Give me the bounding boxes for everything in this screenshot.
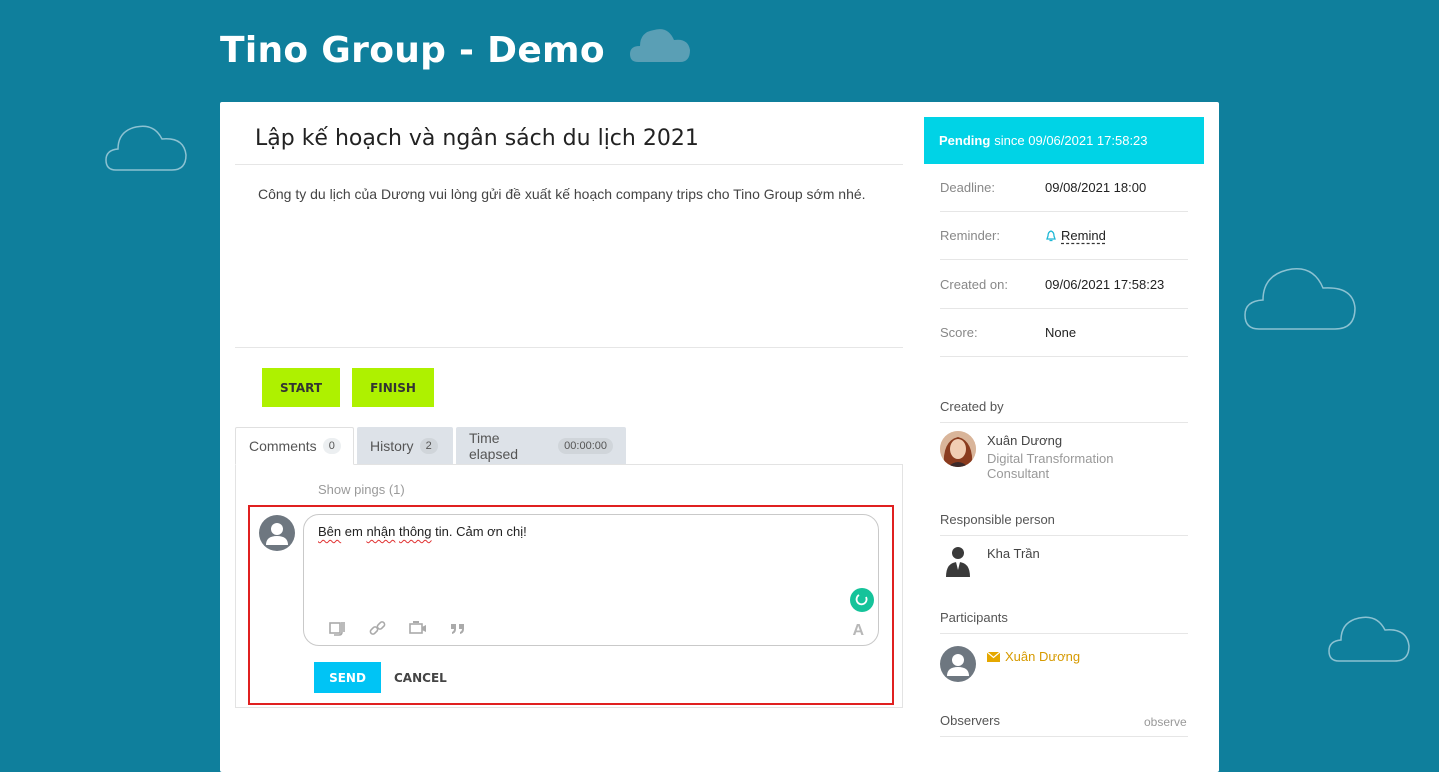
text-segment: tin. Cảm ơn chị!: [431, 524, 527, 539]
created-by-title: Created by: [940, 399, 1004, 414]
divider: [940, 535, 1188, 536]
text-segment: thông: [398, 524, 432, 539]
tab-history[interactable]: History 2: [357, 427, 453, 464]
font-format-icon[interactable]: A: [852, 622, 864, 640]
task-card: Lập kế hoạch và ngân sách du lịch 2021 C…: [220, 102, 1219, 772]
quote-icon[interactable]: [448, 619, 468, 637]
cancel-button[interactable]: CANCEL: [388, 662, 453, 693]
show-pings-link[interactable]: Show pings (1): [318, 482, 405, 497]
count-badge: 00:00:00: [558, 437, 613, 454]
comment-input[interactable]: Bên em nhận thông tin. Cảm ơn chị!: [318, 524, 527, 539]
start-button[interactable]: START: [262, 368, 340, 407]
divider: [940, 736, 1188, 737]
participant-avatar: [940, 646, 976, 682]
created-on-label: Created on:: [940, 277, 1008, 292]
send-button[interactable]: SEND: [314, 662, 381, 693]
finish-button[interactable]: FINISH: [352, 368, 434, 407]
cloud-icon: [1244, 268, 1356, 330]
tab-label: Comments: [249, 438, 317, 454]
user-icon: [266, 523, 288, 545]
video-icon[interactable]: [408, 619, 428, 637]
remind-label: Remind: [1061, 228, 1106, 243]
score-value: None: [1045, 325, 1077, 340]
responsible-name[interactable]: Kha Trần: [987, 546, 1040, 561]
status-since: since 09/06/2021 17:58:23: [994, 133, 1148, 148]
divider: [940, 308, 1188, 309]
responsible-avatar: [946, 547, 970, 577]
tab-label: History: [370, 437, 414, 454]
creator-avatar: [940, 431, 976, 467]
grammarly-icon[interactable]: [850, 588, 874, 612]
cloud-icon: [630, 29, 690, 62]
score-label: Score:: [940, 325, 978, 340]
creator-name[interactable]: Xuân Dương: [987, 433, 1062, 448]
created-on-value: 09/06/2021 17:58:23: [1045, 277, 1165, 292]
participant-name: Xuân Dương: [1005, 649, 1081, 664]
bell-icon: [1046, 229, 1056, 241]
divider: [235, 347, 903, 348]
site-title: Tino Group - Demo: [220, 30, 605, 71]
tab-label: Time elapsed: [469, 429, 519, 462]
observe-link[interactable]: observe: [1144, 715, 1187, 729]
status-state: Pending: [939, 133, 991, 148]
tab-comments[interactable]: Comments 0: [235, 427, 354, 465]
user-icon: [947, 654, 969, 676]
divider: [940, 422, 1188, 423]
task-title: Lập kế hoạch và ngân sách du lịch 2021: [255, 126, 699, 151]
cloud-icon: [105, 125, 187, 171]
text-segment: Bên: [318, 524, 342, 539]
text-segment: nhận: [366, 524, 396, 539]
responsible-title: Responsible person: [940, 512, 1055, 527]
divider: [940, 211, 1188, 212]
current-user-avatar: [259, 515, 295, 551]
reminder-label: Reminder:: [940, 228, 1000, 243]
task-description: Công ty du lịch của Dương vui lòng gửi đ…: [258, 186, 866, 202]
deadline-value[interactable]: 09/08/2021 18:00: [1045, 180, 1146, 195]
mail-icon: [987, 651, 1000, 662]
cloud-icon: [1328, 616, 1410, 662]
tab-time-elapsed[interactable]: Time elapsed 00:00:00: [456, 427, 626, 464]
divider: [940, 633, 1188, 634]
observers-title: Observers: [940, 713, 1000, 728]
participant-entry[interactable]: Xuân Dương: [987, 649, 1080, 664]
divider: [940, 259, 1188, 260]
divider: [235, 164, 903, 165]
status-badge: Pending since 09/06/2021 17:58:23: [924, 117, 1204, 164]
remind-link[interactable]: Remind: [1045, 228, 1106, 243]
creator-role: Digital Transformation Consultant: [987, 451, 1114, 481]
attach-file-icon[interactable]: [328, 619, 348, 637]
deadline-label: Deadline:: [940, 180, 995, 195]
participants-title: Participants: [940, 610, 1008, 625]
divider: [940, 356, 1188, 357]
count-badge: 0: [322, 438, 341, 454]
link-icon[interactable]: [368, 619, 388, 637]
text-segment: em: [341, 524, 367, 539]
count-badge: 2: [419, 437, 438, 454]
comment-editor[interactable]: Bên em nhận thông tin. Cảm ơn chị! A: [303, 514, 879, 646]
